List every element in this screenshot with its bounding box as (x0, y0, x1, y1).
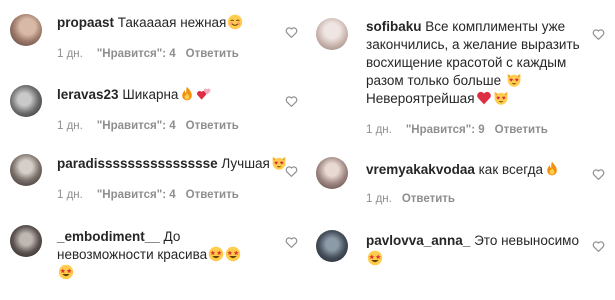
comment-username[interactable]: paradissssssssssssssse (57, 156, 218, 171)
star-struck-emoji-icon (58, 264, 74, 280)
fire-emoji-icon (179, 86, 195, 102)
comment-likes[interactable]: "Нравится": 4 (97, 120, 176, 132)
comment-time[interactable]: 1 дн. (366, 124, 392, 136)
heart-eyes-cat-emoji-icon (493, 90, 509, 106)
comment-username[interactable]: sofibaku (366, 19, 422, 34)
star-struck-emoji-icon (225, 246, 241, 262)
comment-text: Лучшая (221, 156, 270, 171)
heart-outline-icon[interactable] (592, 28, 605, 41)
star-struck-emoji-icon (367, 250, 383, 266)
heart-outline-icon[interactable] (285, 236, 298, 249)
comment-username[interactable]: _embodiment__ (57, 229, 160, 244)
comment-likes[interactable]: "Нравится": 9 (406, 124, 485, 136)
comment-username[interactable]: leravas23 (57, 87, 119, 102)
comment-text-continued: Невероятрейшая (366, 91, 475, 106)
avatar[interactable] (316, 230, 348, 262)
avatar[interactable] (10, 14, 42, 46)
comment-likes[interactable]: "Нравится": 4 (97, 189, 176, 201)
comment-time[interactable]: 1 дн. (366, 193, 392, 205)
comment-text: Шикарна (122, 87, 179, 102)
heart-outline-icon[interactable] (592, 168, 605, 181)
avatar[interactable] (10, 85, 42, 117)
heart-outline-icon[interactable] (592, 240, 605, 253)
comment-likes[interactable]: "Нравится": 4 (97, 48, 176, 60)
heart-outline-icon[interactable] (285, 95, 298, 108)
avatar[interactable] (316, 18, 348, 50)
reply-button[interactable]: Ответить (402, 193, 455, 205)
avatar[interactable] (10, 225, 42, 257)
red-heart-emoji-icon (476, 90, 492, 106)
reply-button[interactable]: Ответить (186, 189, 239, 201)
comment-username[interactable]: pavlovva_anna_ (366, 233, 470, 248)
comments-list: propaast Такаааая нежная 1 дн. "Нравится"… (0, 0, 615, 300)
heart-eyes-cat-emoji-icon (506, 72, 522, 88)
avatar[interactable] (10, 154, 42, 186)
two-hearts-emoji-icon (196, 86, 212, 102)
comment-username[interactable]: propaast (57, 15, 114, 30)
comment-time[interactable]: 1 дн. (57, 189, 83, 201)
comment-text: Это невыносимо (474, 233, 579, 248)
comment-time[interactable]: 1 дн. (57, 48, 83, 60)
fire-emoji-icon (544, 161, 560, 177)
comment-text: как всегда (478, 162, 543, 177)
comment-time[interactable]: 1 дн. (57, 120, 83, 132)
comment-text: Такаааая нежная (117, 15, 227, 30)
avatar[interactable] (316, 157, 348, 189)
star-struck-emoji-icon (208, 246, 224, 262)
heart-outline-icon[interactable] (285, 26, 298, 39)
reply-button[interactable]: Ответить (186, 120, 239, 132)
blush-emoji-icon (227, 14, 243, 30)
heart-outline-icon[interactable] (285, 165, 298, 178)
reply-button[interactable]: Ответить (495, 124, 548, 136)
reply-button[interactable]: Ответить (186, 48, 239, 60)
comment-username[interactable]: vremyakakvodaa (366, 162, 475, 177)
